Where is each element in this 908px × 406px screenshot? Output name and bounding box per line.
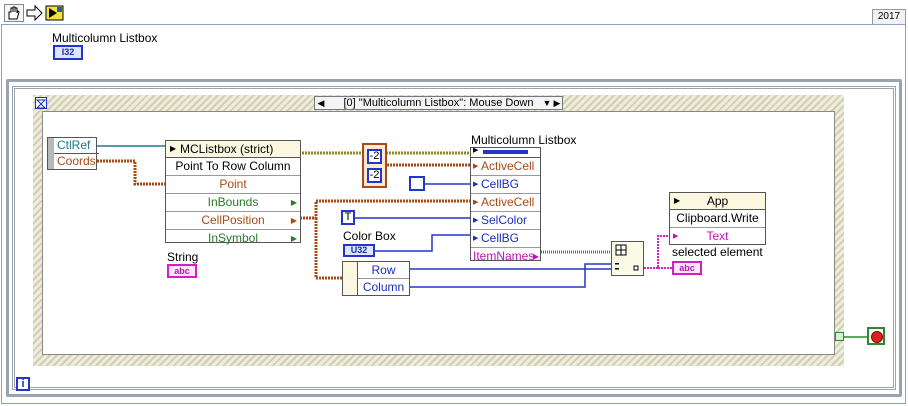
color-constant[interactable] <box>409 176 425 191</box>
string-label: String <box>167 250 199 264</box>
selected-element-label: selected element <box>672 245 763 259</box>
unbundle-node[interactable]: Row Column <box>342 261 410 296</box>
app-node-method[interactable]: Clipboard.Write <box>670 210 765 228</box>
ref-arrow-icon: ▶ <box>674 196 681 205</box>
input-arrow-icon: ▶ <box>473 217 479 224</box>
prop-cellbg-in-label: CellBG <box>481 177 520 191</box>
invoke-output-inbounds[interactable]: InBounds ▶ <box>166 194 300 212</box>
output-arrow-icon: ▶ <box>532 252 539 261</box>
prop-activecell-in[interactable]: ▶ ActiveCell <box>471 158 540 176</box>
prop-itemnames-out[interactable]: ItemNames ▶ <box>471 248 540 265</box>
prop-activecell-in-2[interactable]: ▶ ActiveCell <box>471 194 540 212</box>
unbundle-input <box>343 262 358 295</box>
property-node[interactable]: ▶ ▶ ActiveCell ▶ CellBG ▶ ActiveCell ▶ SelCo… <box>470 147 541 263</box>
wires <box>97 145 868 338</box>
app-node-text-param[interactable]: ▶ Text <box>670 228 765 245</box>
cluster-constant[interactable]: -2 -2 <box>362 143 387 188</box>
iteration-terminal[interactable]: i <box>16 377 30 391</box>
input-arrow-icon: ▶ <box>473 199 479 206</box>
prop-cellbg-in-2-label: CellBG <box>481 231 520 245</box>
app-node-text-label: Text <box>706 229 729 243</box>
event-data-coords[interactable]: Coords <box>54 154 99 169</box>
color-box-label: Color Box <box>343 229 396 243</box>
prop-activecell-in-label: ActiveCell <box>481 159 535 173</box>
prop-selcolor-in[interactable]: ▶ SelColor <box>471 212 540 230</box>
ref-arrow-icon: ▶ <box>473 147 479 154</box>
input-arrow-icon: ▶ <box>473 163 479 170</box>
app-node-title: App <box>706 194 729 208</box>
prop-selcolor-in-label: SelColor <box>481 213 528 227</box>
loop-condition-tunnel <box>835 332 844 341</box>
invoke-output-insymbol[interactable]: InSymbol ▶ <box>166 230 300 247</box>
output-arrow-icon: ▶ <box>290 216 297 225</box>
input-arrow-icon: ▶ <box>473 181 479 188</box>
stop-light-icon <box>871 331 883 343</box>
cluster-row-constant[interactable]: -2 <box>367 149 382 164</box>
cluster-column-constant[interactable]: -2 <box>367 168 382 183</box>
ref-arrow-icon: ▶ <box>170 144 177 153</box>
event-data-ctlref[interactable]: CtlRef <box>54 138 99 154</box>
property-node-header: ▶ <box>471 147 540 158</box>
prop-cellbg-in-2[interactable]: ▶ CellBG <box>471 230 540 248</box>
invoke-output-inbounds-label: InBounds <box>207 195 259 209</box>
output-arrow-icon: ▶ <box>290 198 297 207</box>
prop-node-label: Multicolumn Listbox <box>471 133 577 147</box>
input-arrow-icon: ▶ <box>473 235 479 242</box>
invoke-input-point-label: Point <box>219 177 247 191</box>
invoke-input-point[interactable]: Point <box>166 176 300 194</box>
index-array-node[interactable] <box>611 241 644 276</box>
event-data-node[interactable]: CtlRef Coords <box>47 137 99 170</box>
listbox-ref-icon <box>483 150 528 154</box>
invoke-node[interactable]: ▶ MCListbox (strict) Point To Row Column… <box>165 140 301 245</box>
color-box-terminal[interactable]: U32 <box>343 244 375 257</box>
string-terminal[interactable]: abc <box>167 264 197 278</box>
output-arrow-icon: ▶ <box>290 234 297 243</box>
index-array-icon <box>615 244 639 271</box>
invoke-node-title: MCListbox (strict) <box>180 142 274 156</box>
unbundle-column[interactable]: Column <box>358 279 409 295</box>
true-constant[interactable]: T <box>341 210 355 225</box>
invoke-output-cellposition[interactable]: CellPosition ▶ <box>166 212 300 230</box>
app-invoke-node[interactable]: ▶ App Clipboard.Write ▶ Text <box>669 192 766 245</box>
unbundle-row[interactable]: Row <box>358 262 409 279</box>
prop-cellbg-in[interactable]: ▶ CellBG <box>471 176 540 194</box>
invoke-output-insymbol-label: InSymbol <box>207 231 259 245</box>
selected-element-terminal[interactable]: abc <box>672 261 702 275</box>
input-arrow-icon: ▶ <box>673 233 679 240</box>
stop-icon[interactable] <box>867 327 885 345</box>
prop-activecell-in-2-label: ActiveCell <box>481 195 535 209</box>
invoke-method[interactable]: Point To Row Column <box>166 158 300 176</box>
invoke-output-cellposition-label: CellPosition <box>201 213 265 227</box>
prop-itemnames-out-label: ItemNames <box>473 249 535 263</box>
